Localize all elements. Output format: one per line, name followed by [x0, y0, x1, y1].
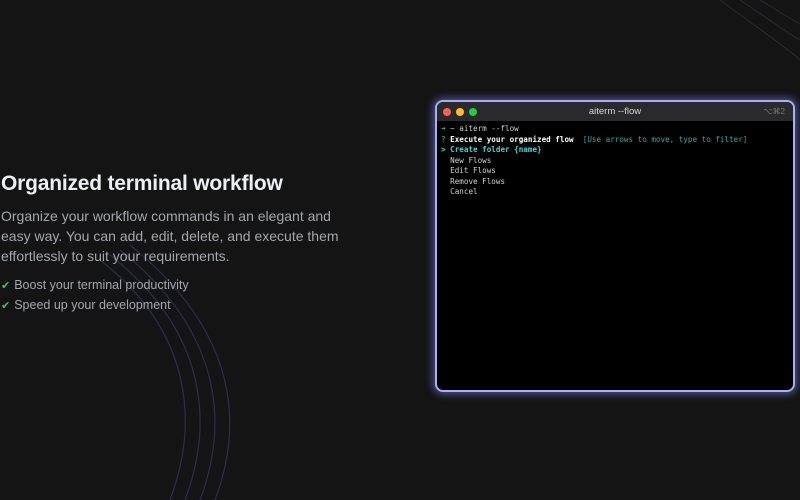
feature-label: Speed up your development — [14, 298, 171, 312]
terminal-title: aiterm --flow — [588, 106, 642, 117]
feature-label: Boost your terminal productivity — [14, 278, 189, 292]
feature-item: ✔ Speed up your development — [1, 298, 361, 312]
question-mark: ? — [441, 134, 446, 144]
option-selected[interactable]: > Create folder {name} — [441, 145, 789, 156]
question-text: Execute your organized flow — [450, 134, 574, 144]
hero-title: Organized terminal workflow — [1, 172, 283, 195]
option-label: Cancel — [450, 187, 478, 196]
option-label: Edit Flows — [450, 166, 496, 175]
option-cancel[interactable]: Cancel — [441, 187, 789, 198]
option-label: Remove Flows — [450, 176, 506, 186]
terminal-window[interactable]: aiterm --flow ⌥⌘2 ➜ ~ aiterm --flow? Exe… — [435, 100, 795, 392]
option-new-flows[interactable]: New Flows — [441, 156, 789, 167]
option-label: New Flows — [450, 155, 492, 165]
question-line: ? Execute your organized flow [Use arrow… — [441, 135, 789, 146]
command-line: ➜ ~ aiterm --flow — [441, 124, 789, 135]
feature-item: ✔ Boost your terminal productivity — [1, 278, 361, 292]
terminal-output[interactable]: ➜ ~ aiterm --flow? Execute your organize… — [437, 121, 793, 201]
terminal-shortcut: ⌥⌘2 — [763, 107, 785, 116]
feature-list: ✔ Boost your terminal productivity ✔ Speed… — [1, 278, 361, 312]
option-label: Create folder {name} — [450, 145, 542, 154]
hero-description: Organize your workflow commands in an el… — [1, 208, 339, 264]
check-icon: ✔ — [1, 279, 11, 292]
hero-section: Organized terminal workflow Organize you… — [1, 172, 361, 318]
terminal-title-bar[interactable]: aiterm --flow ⌥⌘2 — [437, 102, 793, 121]
option-remove-flows[interactable]: Remove Flows — [441, 177, 789, 188]
command-text: ~ aiterm --flow — [445, 124, 519, 133]
option-edit-flows[interactable]: Edit Flows — [441, 166, 789, 177]
hint-text: [Use arrows to move, type to filter] — [582, 134, 748, 144]
cursor-icon: > — [441, 145, 446, 154]
check-icon: ✔ — [1, 299, 11, 312]
